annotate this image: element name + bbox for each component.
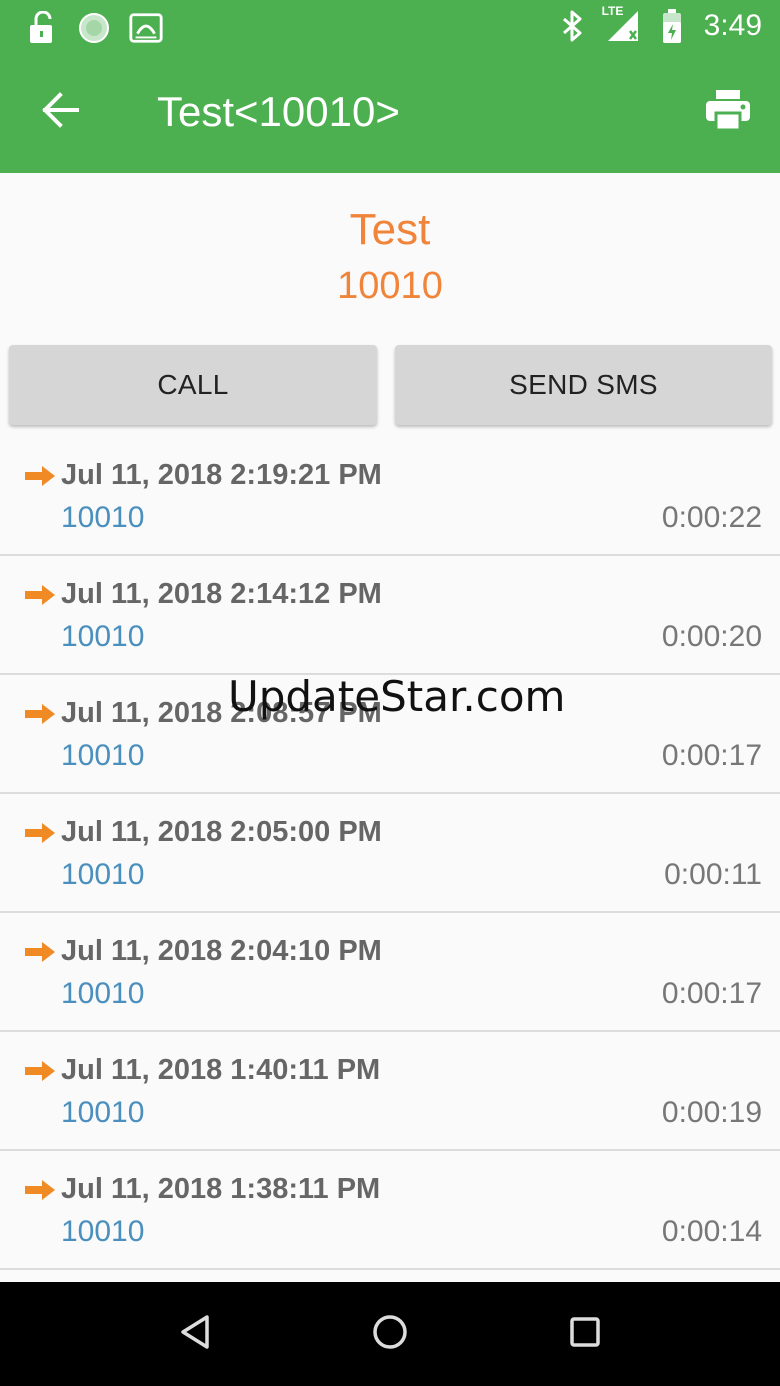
call-duration: 0:00:11 [664, 858, 762, 891]
call-duration: 0:00:22 [661, 501, 762, 534]
outgoing-call-arrow-icon [24, 703, 56, 725]
send-sms-button[interactable]: SEND SMS [395, 345, 772, 425]
bluetooth-icon [554, 6, 590, 46]
call-button[interactable]: CALL [9, 345, 377, 425]
call-log-row[interactable]: Jul 11, 2018 1:38:11 PM 10010 0:00:14 [0, 1151, 780, 1270]
call-date: Jul 11, 2018 2:05:00 PM [61, 816, 382, 848]
status-bar: LTE 3:49 [0, 0, 780, 56]
call-log-row[interactable]: Jul 11, 2018 2:19:21 PM 10010 0:00:22 [0, 437, 780, 556]
arrow-back-icon [40, 91, 80, 133]
call-duration: 0:00:19 [661, 1096, 762, 1129]
contact-number: 10010 [337, 265, 443, 307]
call-date: Jul 11, 2018 1:40:11 PM [61, 1054, 381, 1086]
nav-back-triangle-icon [178, 1314, 212, 1355]
call-log-row[interactable]: Jul 11, 2018 2:05:00 PM 10010 0:00:11 [0, 794, 780, 913]
nav-home-button[interactable] [366, 1310, 414, 1358]
back-button[interactable] [34, 86, 86, 138]
nav-home-circle-icon [371, 1313, 409, 1356]
call-number: 10010 [61, 501, 145, 534]
print-icon [705, 89, 751, 136]
nav-recents-square-icon [568, 1315, 602, 1354]
nav-recents-button[interactable] [561, 1310, 609, 1358]
network-type-label: LTE [601, 4, 624, 18]
call-log-row[interactable]: Jul 11, 2018 1:40:11 PM 10010 0:00:19 [0, 1032, 780, 1151]
outgoing-call-arrow-icon [24, 1060, 56, 1082]
call-log-row[interactable]: Jul 11, 2018 2:04:10 PM 10010 0:00:17 [0, 913, 780, 1032]
call-number: 10010 [61, 858, 145, 891]
outgoing-call-arrow-icon [24, 584, 56, 606]
toolbar: Test<10010> [0, 60, 780, 172]
call-date: Jul 11, 2018 2:14:12 PM [61, 578, 382, 610]
call-date: Jul 11, 2018 1:38:11 PM [61, 1173, 381, 1205]
system-nav-bar [0, 1282, 780, 1386]
call-duration: 0:00:17 [661, 977, 762, 1010]
sync-icon [76, 8, 112, 48]
call-number: 10010 [61, 620, 145, 653]
call-duration: 0:00:14 [661, 1215, 762, 1248]
call-duration: 0:00:17 [661, 739, 762, 772]
contact-header: Test 10010 [0, 173, 780, 343]
call-number: 10010 [61, 977, 145, 1010]
call-number: 10010 [61, 739, 145, 772]
signal-icon: LTE [601, 4, 640, 46]
status-time: 3:49 [703, 9, 762, 42]
outgoing-call-arrow-icon [24, 941, 56, 963]
nav-back-button[interactable] [171, 1310, 219, 1358]
call-log-row[interactable]: Jul 11, 2018 2:14:12 PM 10010 0:00:20 [0, 556, 780, 675]
battery-icon [654, 6, 690, 46]
watermark-text: UpdateStar.com [228, 672, 566, 721]
call-date: Jul 11, 2018 2:19:21 PM [61, 459, 382, 491]
call-log-list: Jul 11, 2018 2:19:21 PM 10010 0:00:22 Ju… [0, 437, 780, 1270]
outgoing-call-arrow-icon [24, 465, 56, 487]
lock-open-icon [24, 8, 60, 48]
drive-icon [128, 8, 164, 48]
call-number: 10010 [61, 1096, 145, 1129]
call-duration: 0:00:20 [661, 620, 762, 653]
contact-name: Test [349, 205, 431, 254]
outgoing-call-arrow-icon [24, 1179, 56, 1201]
outgoing-call-arrow-icon [24, 822, 56, 844]
call-number: 10010 [61, 1215, 145, 1248]
call-date: Jul 11, 2018 2:04:10 PM [61, 935, 382, 967]
page-title: Test<10010> [157, 88, 400, 135]
print-button[interactable] [704, 88, 752, 136]
app-bar: LTE 3:49 Test<10010> [0, 0, 780, 173]
